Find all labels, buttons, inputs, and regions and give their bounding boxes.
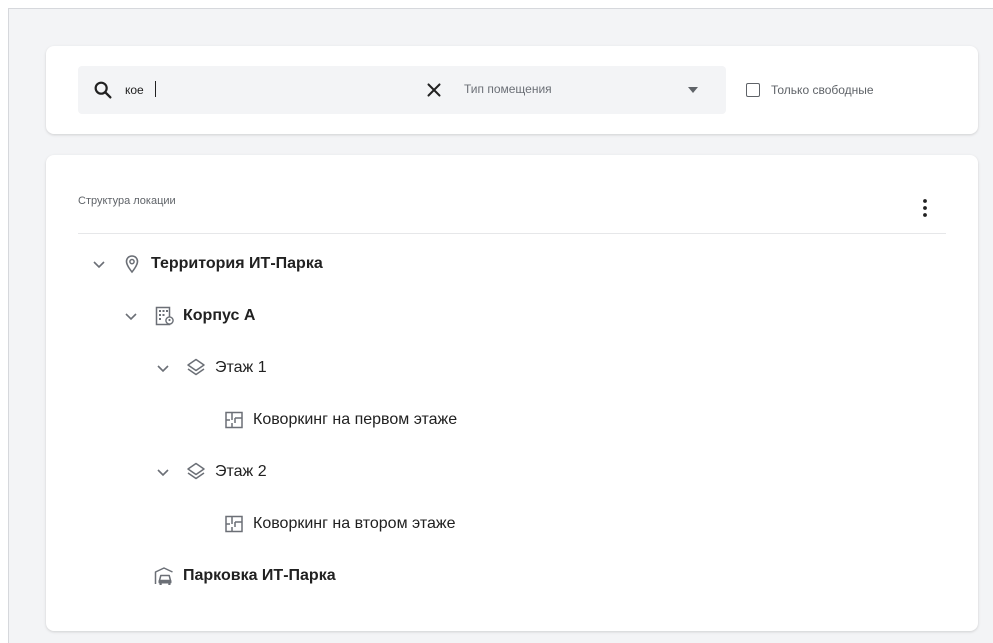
tree-node-label: Коворкинг на первом этаже [253,411,458,428]
free-only-checkbox[interactable] [746,83,760,97]
free-only-label: Только свободные [771,83,874,97]
floor-plan-icon [225,411,243,429]
tree-node-building[interactable]: Корпус А [124,303,255,329]
tree-node-parking[interactable]: Парковка ИТ-Парка [153,563,336,589]
room-type-placeholder: Тип помещения [464,82,552,96]
chevron-down-icon[interactable] [124,309,138,323]
tree-node-coworking-2[interactable]: Коворкинг на втором этаже [223,511,455,537]
chevron-down-icon[interactable] [156,465,170,479]
tree-node-territory[interactable]: Территория ИТ-Парка [92,251,323,277]
tree-node-label: Территория ИТ-Парка [151,255,323,272]
search-input[interactable] [125,80,375,100]
tree-node-label: Этаж 2 [215,463,267,480]
layers-icon [187,462,205,480]
dropdown-arrow-icon [688,87,698,93]
tree-node-label: Коворкинг на втором этаже [253,515,456,532]
room-type-select[interactable]: Тип помещения [448,66,726,114]
header-divider [78,233,946,234]
tree-node-label: Парковка ИТ-Парка [183,567,336,584]
search-icon [94,81,112,99]
building-icon [155,306,174,326]
more-vertical-icon[interactable] [918,197,932,219]
page-background: Тип помещения Только свободные Структура… [8,8,993,643]
free-only-filter[interactable]: Только свободные [746,80,874,100]
tree-node-floor-2[interactable]: Этаж 2 [156,459,267,485]
tree-node-floor-1[interactable]: Этаж 1 [156,355,267,381]
filter-panel: Тип помещения Только свободные [46,46,978,134]
tree-node-label: Корпус А [183,307,256,324]
tree-node-label: Этаж 1 [215,359,267,376]
location-pin-icon [125,255,139,274]
tree-header: Структура локации [78,195,176,207]
text-cursor [155,81,156,97]
floor-plan-icon [225,515,243,533]
location-structure-panel: Структура локации Территория ИТ-Парка Ко… [46,155,978,631]
chevron-down-icon[interactable] [156,361,170,375]
search-field[interactable] [78,66,456,114]
layers-icon [187,358,205,376]
chevron-down-icon[interactable] [92,257,106,271]
close-icon[interactable] [423,79,445,101]
parking-car-icon [154,567,173,585]
tree-node-coworking-1[interactable]: Коворкинг на первом этаже [223,407,457,433]
